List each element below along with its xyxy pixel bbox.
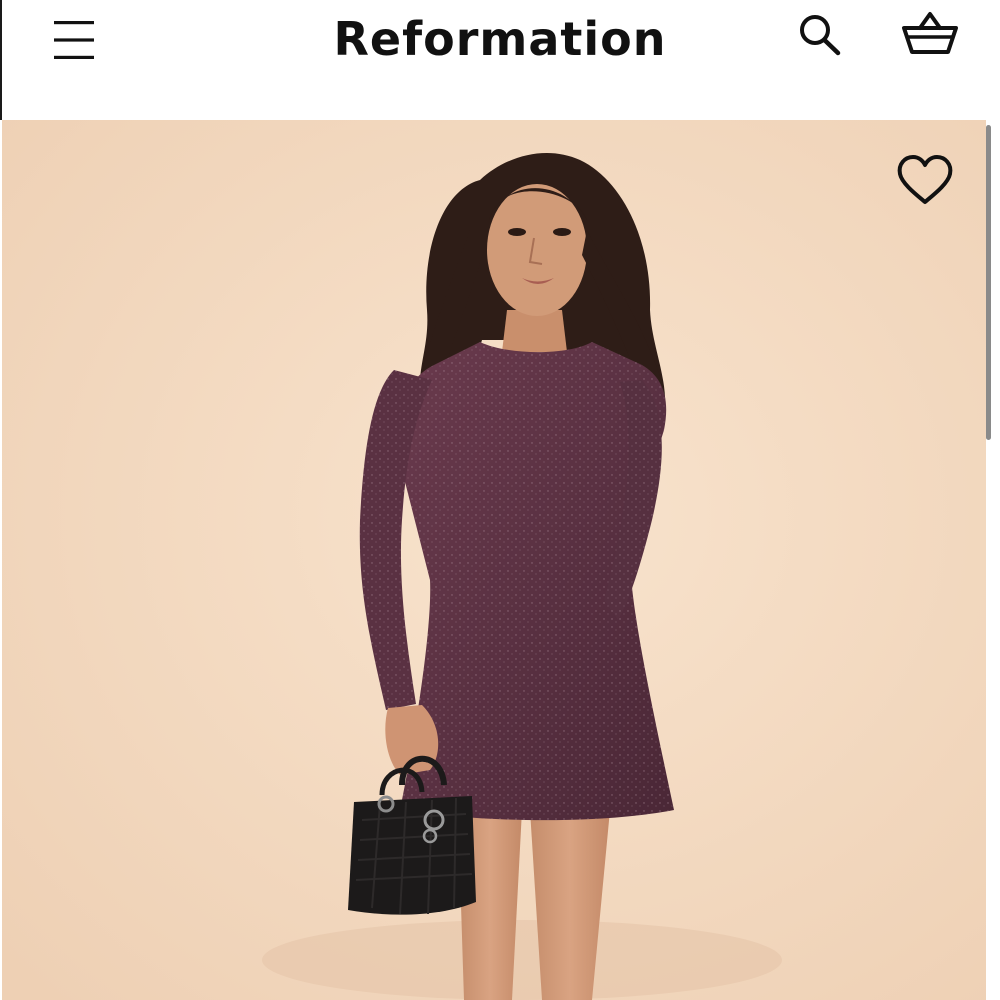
hamburger-menu-icon (54, 21, 94, 59)
site-header: Reformation (0, 0, 1000, 120)
shopping-bag-button[interactable] (898, 8, 962, 60)
search-button[interactable] (796, 10, 844, 58)
wishlist-button[interactable] (894, 152, 956, 208)
product-image[interactable] (2, 120, 986, 1000)
app-frame: Reformation (0, 0, 1000, 1000)
menu-button[interactable] (50, 16, 98, 64)
heart-outline-icon (897, 155, 953, 204)
search-icon (800, 15, 841, 56)
shopping-basket-icon (902, 12, 958, 54)
brand-logo[interactable]: Reformation (300, 8, 700, 70)
model-photo (2, 120, 986, 1000)
window-edge (0, 0, 2, 120)
scrollbar-thumb[interactable] (986, 125, 991, 440)
